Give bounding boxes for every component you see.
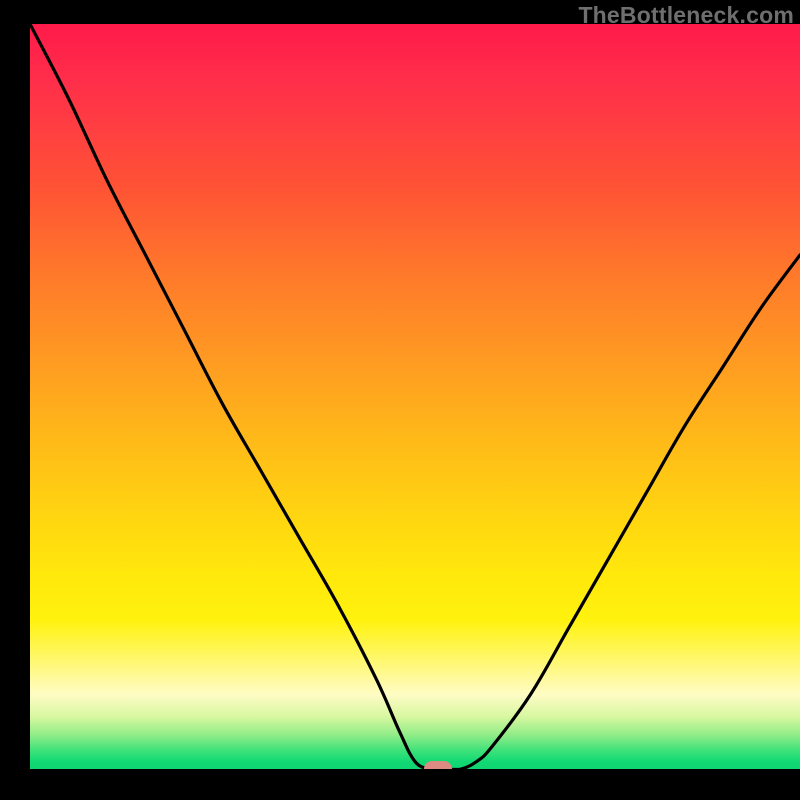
- plot-area: [30, 24, 800, 769]
- plot-outer: [0, 24, 800, 800]
- chart-frame: TheBottleneck.com: [0, 0, 800, 800]
- optimal-marker: [424, 761, 452, 769]
- bottleneck-curve: [30, 24, 800, 769]
